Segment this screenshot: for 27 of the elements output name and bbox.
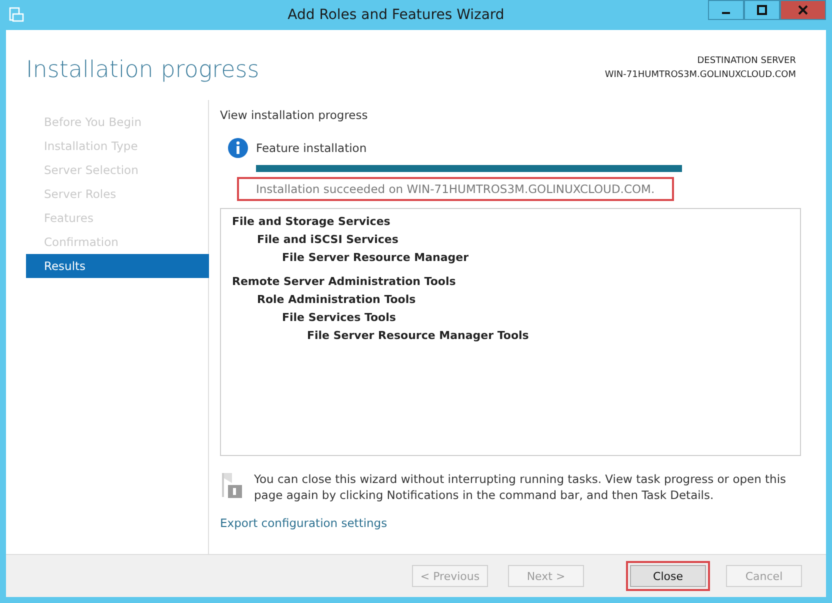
result-item: Role Administration Tools	[256, 292, 416, 308]
result-item: File and iSCSI Services	[256, 232, 398, 248]
minimize-icon	[722, 12, 730, 14]
server-name: WIN-71HUMTROS3M.GOLINUXCLOUD.COM	[604, 69, 796, 82]
close-icon	[798, 5, 808, 15]
close-window-button[interactable]	[780, 0, 826, 20]
result-item: Remote Server Administration Tools	[232, 274, 456, 290]
result-item: File Server Resource Manager	[281, 250, 469, 266]
export-link[interactable]: Export configuration settings	[220, 516, 388, 530]
minimize-button[interactable]	[708, 0, 744, 20]
section-heading: View installation progress	[220, 108, 369, 122]
flag-icon	[220, 471, 244, 499]
result-item: File Services Tools	[281, 310, 396, 326]
server-label: DESTINATION SERVER	[696, 55, 796, 68]
task-label: Feature installation	[256, 141, 367, 155]
maximize-icon	[757, 5, 767, 15]
window-title: Add Roles and Features Wizard	[286, 7, 506, 23]
page-title: Installation progress	[26, 57, 260, 85]
app-icon	[8, 7, 24, 23]
wizard-button[interactable]: Close	[630, 565, 706, 588]
status-message: Installation succeeded on WIN-71HUMTROS3M.GOLINUXCLOUD.COM.	[237, 177, 674, 201]
result-item: File and Storage Services	[232, 214, 390, 230]
info-note: You can close this wizard without interrupting running tasks. View task progress or open this page again by clicking Notifications in the command bar, and then Task Details.	[254, 471, 788, 503]
info-icon	[228, 138, 248, 158]
maximize-button[interactable]	[744, 0, 780, 20]
wizard-step[interactable]: Results	[26, 254, 209, 278]
result-item: File Server Resource Manager Tools	[306, 328, 529, 344]
